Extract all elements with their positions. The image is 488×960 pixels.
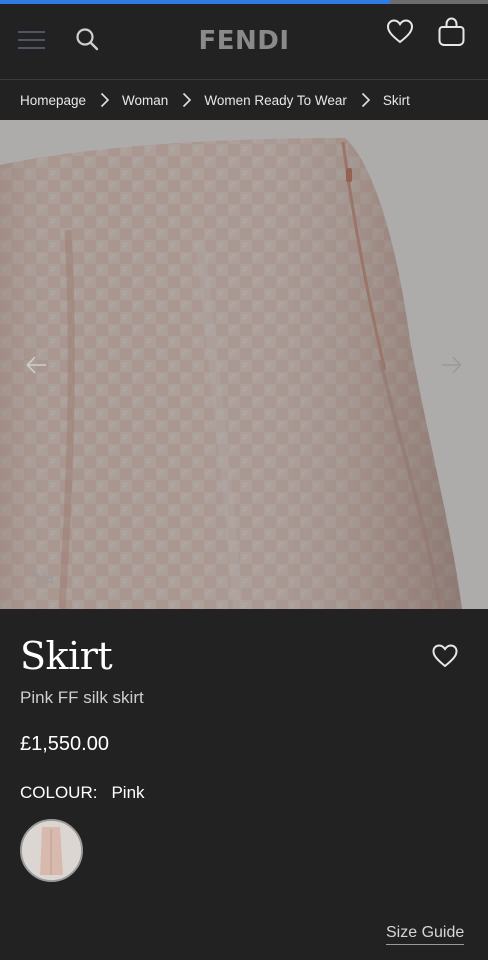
chevron-right-icon	[347, 92, 383, 108]
colour-value: Pink	[111, 783, 145, 802]
colour-swatch-pink[interactable]	[20, 819, 83, 882]
chevron-right-icon	[168, 92, 204, 108]
brand-logo[interactable]: FENDI	[184, 26, 304, 56]
product-price: £1,550.00	[20, 733, 109, 755]
search-icon[interactable]	[74, 26, 100, 52]
image-dim-overlay	[0, 120, 488, 609]
bag-icon[interactable]	[438, 17, 465, 47]
colour-label: COLOUR:	[20, 783, 98, 802]
breadcrumb: Homepage Woman Women Ready To Wear Skirt	[0, 80, 488, 120]
breadcrumb-women-ready-to-wear[interactable]: Women Ready To Wear	[204, 93, 347, 108]
heart-icon[interactable]	[386, 18, 414, 46]
product-title: Skirt	[20, 634, 113, 678]
site-header: FENDI	[0, 4, 488, 79]
product-subtitle: Pink FF silk skirt	[20, 688, 144, 707]
size-guide-link[interactable]: Size Guide	[386, 924, 465, 945]
breadcrumb-skirt[interactable]: Skirt	[383, 93, 410, 108]
product-image-gallery[interactable]: 3/4	[0, 120, 488, 609]
chevron-right-icon	[86, 92, 122, 108]
menu-icon[interactable]	[18, 30, 45, 50]
breadcrumb-homepage[interactable]: Homepage	[20, 93, 86, 108]
arrow-left-icon[interactable]	[24, 352, 50, 378]
breadcrumb-woman[interactable]: Woman	[122, 93, 168, 108]
arrow-right-icon[interactable]	[438, 352, 464, 378]
heart-icon[interactable]	[431, 643, 459, 669]
colour-row: COLOUR: Pink	[20, 783, 145, 803]
image-counter: 3/4	[32, 572, 55, 589]
